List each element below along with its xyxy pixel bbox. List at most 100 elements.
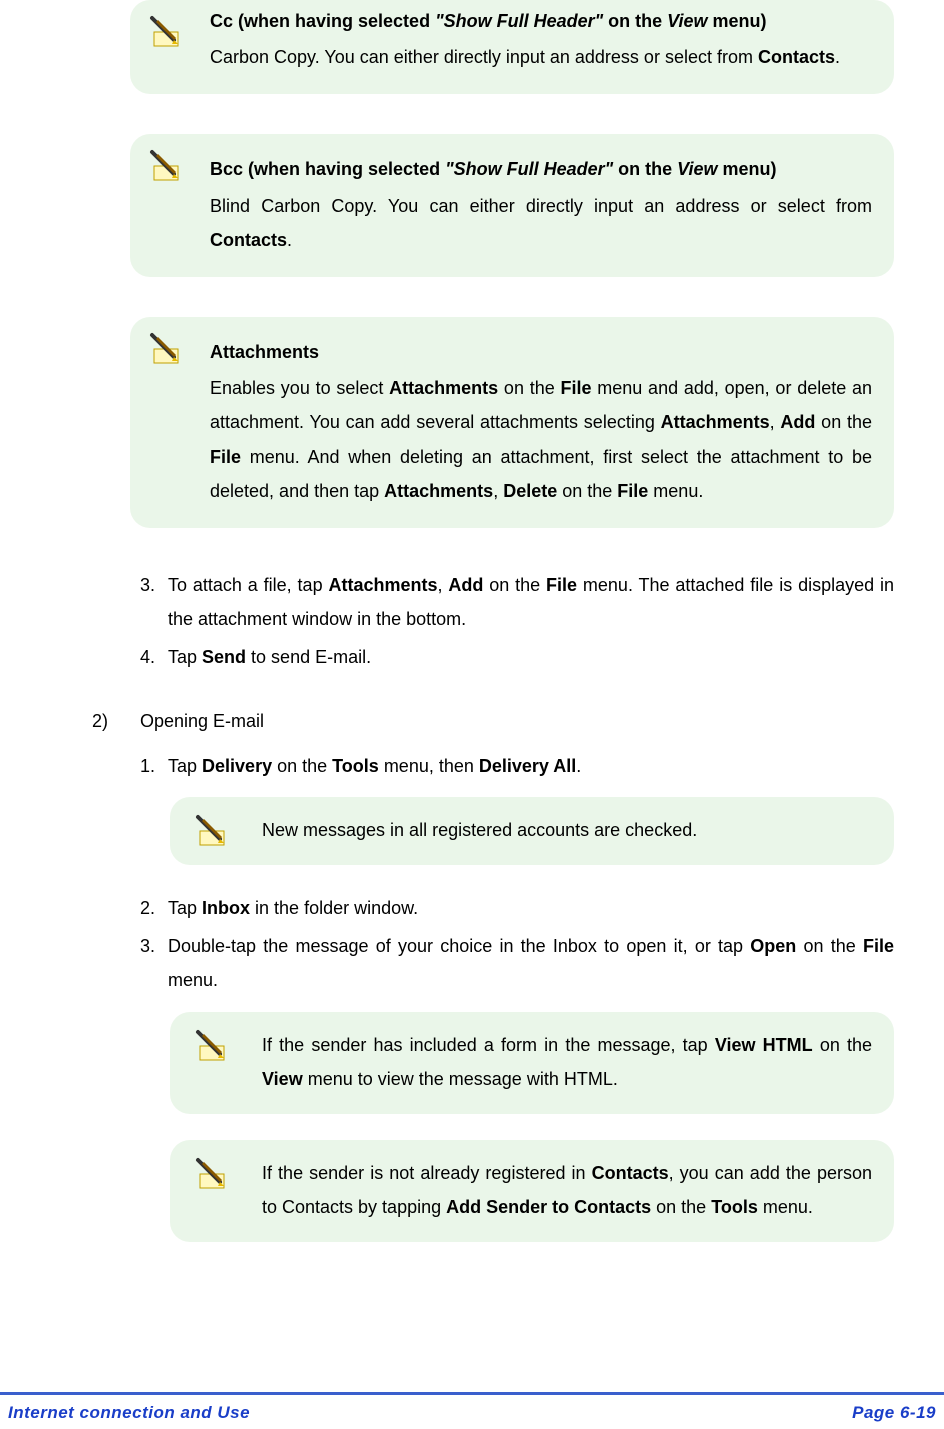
text: on the [796,936,863,956]
text: Inbox [202,898,250,918]
list-marker: 4. [140,640,168,674]
text: Attachments [389,378,498,398]
list-text: To attach a file, tap Attachments, Add o… [168,568,894,636]
text: Attachments [384,481,493,501]
note-bcc-body: Blind Carbon Copy. You can either direct… [210,189,872,257]
list-text: Tap Send to send E-mail. [168,640,894,674]
list-marker: 1. [140,749,168,783]
pencil-note-icon [194,813,234,849]
text: Tools [711,1197,758,1217]
list-item: 4. Tap Send to send E-mail. [140,640,894,674]
text: View [667,11,707,31]
pencil-note-icon [148,148,188,184]
text: Delivery All [479,756,576,776]
instruction-list-part2b: 2. Tap Inbox in the folder window. 3. Do… [140,891,894,998]
text: Tap [168,756,202,776]
text: Add [780,412,815,432]
text: menu to view the message with HTML. [303,1069,618,1089]
text: menu. [758,1197,813,1217]
list-item: 3. Double-tap the message of your choice… [140,929,894,997]
text: on the [557,481,617,501]
text: . [576,756,581,776]
text: Open [750,936,796,956]
instruction-list-part1: 3. To attach a file, tap Attachments, Ad… [140,568,894,675]
text: View [262,1069,303,1089]
text: View HTML [715,1035,813,1055]
note-bcc-title: Bcc (when having selected "Show Full Hea… [210,152,872,186]
text: To attach a file, tap [168,575,328,595]
text: on the [815,412,872,432]
note-attachments-body: Enables you to select Attachments on the… [210,371,872,508]
footer-section-title: Internet connection and Use [8,1397,250,1429]
text: Contacts [592,1163,669,1183]
text: Delete [503,481,557,501]
text: Contacts [758,47,835,67]
text: . [287,230,292,250]
text: File [546,575,577,595]
text: Cc (when having selected [210,11,435,31]
list-item: 3. To attach a file, tap Attachments, Ad… [140,568,894,636]
note-bcc: Bcc (when having selected "Show Full Hea… [130,134,894,277]
text: View [677,159,717,179]
text: File [863,936,894,956]
text: menu. [168,970,218,990]
section-marker: 2) [92,704,140,738]
text: menu) [708,11,767,31]
list-text: Double-tap the message of your choice in… [168,929,894,997]
text: Carbon Copy. You can either directly inp… [210,47,758,67]
text: . [835,47,840,67]
text: Tap [168,647,202,667]
text: "Show Full Header" [435,11,603,31]
text: on the [498,378,560,398]
text: Enables you to select [210,378,389,398]
text: on the [483,575,546,595]
note-cc-title: Cc (when having selected "Show Full Head… [210,4,872,38]
list-marker: 3. [140,929,168,997]
pencil-note-icon [148,331,188,367]
list-marker: 3. [140,568,168,636]
text: Contacts [210,230,287,250]
text: on the [613,159,677,179]
note-body: If the sender has included a form in the… [262,1028,872,1096]
note-cc: Cc (when having selected "Show Full Head… [130,0,894,94]
text: Attachments [328,575,437,595]
text: menu. [648,481,703,501]
note-attachments-title: Attachments [210,335,872,369]
footer-page-number: Page 6-19 [852,1397,936,1429]
list-text: Tap Delivery on the Tools menu, then Del… [168,749,894,783]
text: Blind Carbon Copy. You can either direct… [210,196,872,216]
list-text: Tap Inbox in the folder window. [168,891,894,925]
text: menu) [718,159,777,179]
note-view-html: If the sender has included a form in the… [170,1012,894,1114]
text: Send [202,647,246,667]
list-marker: 2. [140,891,168,925]
note-attachments: Attachments Enables you to select Attach… [130,317,894,528]
text: Tap [168,898,202,918]
text: File [210,447,241,467]
text: Tools [332,756,379,776]
text: on the [272,756,332,776]
note-body: If the sender is not already registered … [262,1156,872,1224]
text: on the [603,11,667,31]
page-content: Cc (when having selected "Show Full Head… [0,0,944,1242]
note-add-sender: If the sender is not already registered … [170,1140,894,1242]
text: menu, then [379,756,479,776]
text: Add [448,575,483,595]
note-cc-body: Carbon Copy. You can either directly inp… [210,40,872,74]
text: on the [813,1035,872,1055]
page-footer: Internet connection and Use Page 6-19 [0,1392,944,1424]
text: Attachments [661,412,770,432]
text: File [561,378,592,398]
list-item: 1. Tap Delivery on the Tools menu, then … [140,749,894,783]
section-title: Opening E-mail [140,704,264,738]
instruction-list-part2: 1. Tap Delivery on the Tools menu, then … [140,749,894,783]
text: in the folder window. [250,898,418,918]
text: to send E-mail. [246,647,371,667]
pencil-note-icon [194,1156,234,1192]
text: If the sender has included a form in the… [262,1035,715,1055]
text: File [617,481,648,501]
text: If the sender is not already registered … [262,1163,592,1183]
text: on the [651,1197,711,1217]
pencil-note-icon [148,14,188,50]
text: , [770,412,781,432]
